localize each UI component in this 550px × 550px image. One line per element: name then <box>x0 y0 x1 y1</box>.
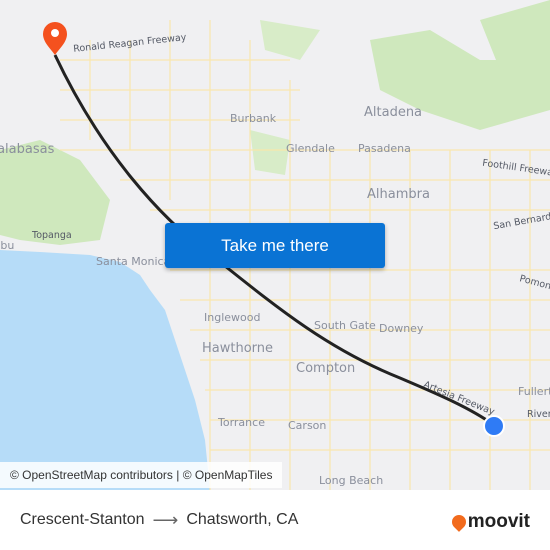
arrow-right-icon: ⟶ <box>152 509 179 530</box>
map-label: Malibu <box>0 239 15 252</box>
map-label: Carson <box>288 419 327 432</box>
map-label: Downey <box>379 322 424 335</box>
moovit-pin-icon <box>448 512 469 532</box>
map-label: Topanga <box>32 230 72 241</box>
take-me-there-button[interactable]: Take me there <box>165 223 385 268</box>
map-label: Calabasas <box>0 142 55 157</box>
map-label: Alhambra <box>367 187 430 202</box>
map-label: Fullerton <box>518 385 550 398</box>
map[interactable]: Ronald Reagan Freeway Burbank Altadena G… <box>0 0 550 490</box>
destination-marker <box>43 22 67 55</box>
map-label: Pasadena <box>358 142 411 155</box>
brand-name: moovit <box>467 511 530 532</box>
origin-marker <box>483 415 505 437</box>
park-area <box>260 20 320 60</box>
map-label: South Gate <box>314 319 376 332</box>
map-label: Burbank <box>230 112 277 125</box>
destination-name: Chatsworth, CA <box>186 511 299 528</box>
map-label: Compton <box>296 361 356 376</box>
map-label: Inglewood <box>204 311 261 324</box>
map-attribution[interactable]: © OpenStreetMap contributors | © OpenMap… <box>0 462 283 488</box>
map-label: Santa Monica <box>96 255 171 268</box>
map-label: Hawthorne <box>202 341 274 356</box>
footer: Crescent-Stanton ⟶ Chatsworth, CA moovit <box>0 490 550 550</box>
ocean <box>0 250 210 490</box>
origin-name: Crescent-Stanton <box>20 511 145 528</box>
park-area <box>480 0 550 70</box>
map-label: Torrance <box>218 416 265 429</box>
route-summary: Crescent-Stanton ⟶ Chatsworth, CA <box>20 510 298 531</box>
map-label: Altadena <box>364 105 423 120</box>
map-label: Glendale <box>286 142 335 155</box>
map-label: Long Beach <box>319 474 384 487</box>
moovit-logo[interactable]: moovit <box>448 511 530 533</box>
map-label: Riverside <box>527 409 550 420</box>
park-area <box>250 130 290 175</box>
